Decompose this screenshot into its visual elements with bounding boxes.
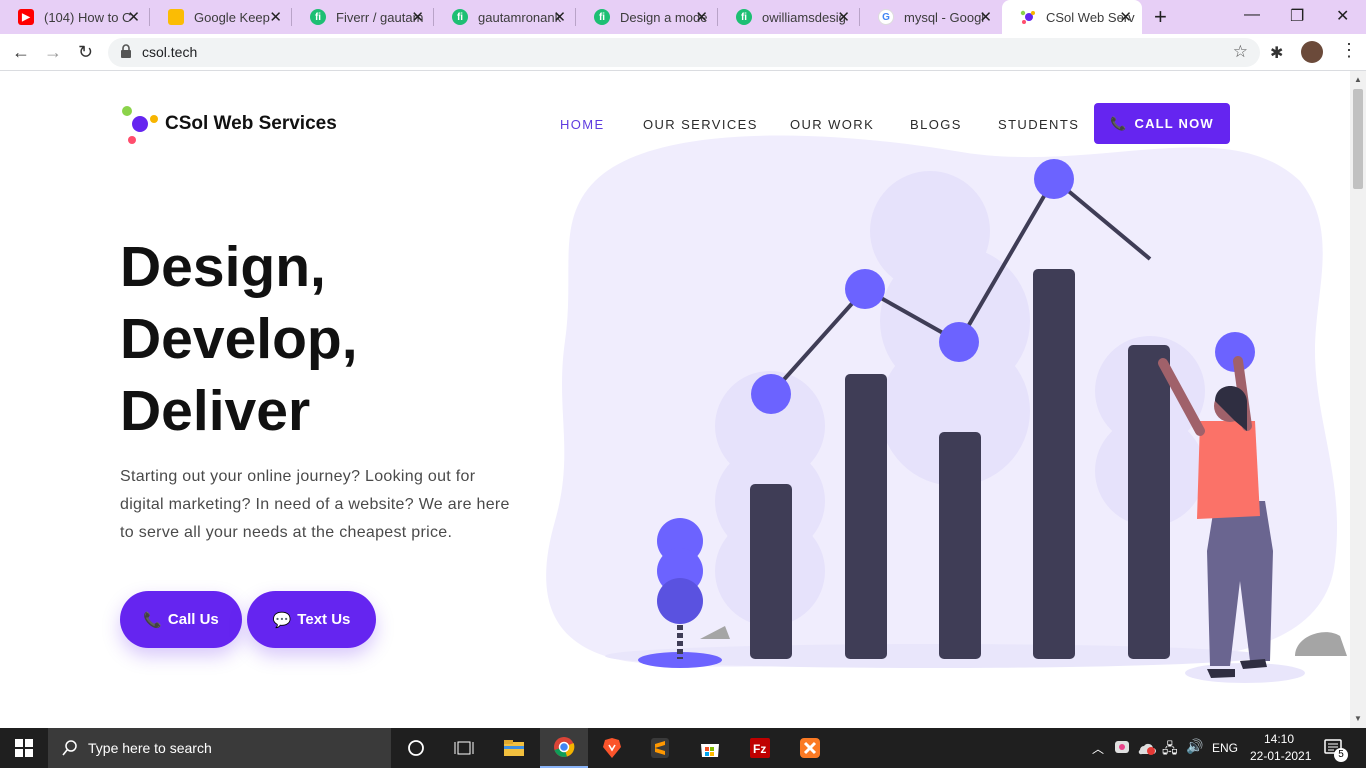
clock-date[interactable]: 22-01-2021 (1250, 749, 1311, 763)
hero-illustration (546, 135, 1347, 683)
svg-text:Fz: Fz (753, 742, 766, 756)
forward-arrow-icon[interactable]: → (44, 42, 62, 63)
address-bar[interactable]: csol.tech ☆ (108, 38, 1260, 67)
extensions-icon[interactable]: ✱ (1270, 43, 1283, 63)
tab-close-icon[interactable]: ✕ (411, 8, 424, 26)
youtube-icon: ▶ (18, 9, 34, 25)
language-indicator[interactable]: ENG (1212, 741, 1238, 755)
hero-title: Design, Develop, Deliver (120, 231, 358, 447)
keep-icon (168, 9, 184, 25)
lock-icon (120, 44, 132, 63)
bookmark-star-icon[interactable]: ☆ (1233, 42, 1248, 62)
tray-app-icon[interactable] (1114, 739, 1130, 758)
tab-close-icon[interactable]: ✕ (1119, 8, 1132, 26)
chrome-menu-icon[interactable]: ⋮ (1340, 40, 1358, 61)
network-icon[interactable]: 🖧 (1162, 738, 1178, 762)
reload-icon[interactable]: ↻ (78, 42, 93, 63)
tab-close-icon[interactable]: ✕ (695, 8, 708, 26)
search-placeholder: Type here to search (88, 740, 212, 756)
microsoft-store-icon[interactable] (686, 728, 734, 768)
url-text[interactable]: csol.tech (142, 44, 197, 60)
new-tab-button[interactable]: + (1154, 4, 1167, 30)
tab-fiverr-2[interactable]: fi gautamronank ✕ (434, 0, 576, 34)
tab-close-icon[interactable]: ✕ (269, 8, 282, 26)
fiverr-icon: fi (736, 9, 752, 25)
phone-icon: 📞 (143, 611, 162, 629)
search-icon (62, 740, 77, 756)
tab-close-icon[interactable]: ✕ (127, 8, 140, 26)
text-us-button[interactable]: 💬 Text Us (247, 591, 376, 648)
minimize-button[interactable]: — (1244, 6, 1260, 24)
call-us-button[interactable]: 📞 Call Us (120, 591, 242, 648)
google-icon: G (878, 9, 894, 25)
cortana-icon[interactable] (392, 728, 440, 768)
tab-fiverr-3[interactable]: fi Design a mode ✕ (576, 0, 718, 34)
taskbar-search-box[interactable]: Type here to search (48, 728, 391, 768)
volume-icon[interactable]: 🔊 (1186, 738, 1203, 755)
xampp-icon[interactable] (786, 728, 834, 768)
windows-start-button[interactable] (0, 728, 48, 768)
sublime-text-icon[interactable] (636, 728, 684, 768)
tray-expand-chevron-icon[interactable]: ︿ (1092, 740, 1104, 757)
hero-line-deliver: Deliver (120, 379, 311, 443)
windows-taskbar: Type here to search Fz ︿ 🖧 🔊 ENG 14:10 2… (0, 728, 1366, 768)
fiverr-icon: fi (452, 9, 468, 25)
text-us-label: Text Us (297, 611, 351, 628)
brand-name[interactable]: CSol Web Services (165, 113, 337, 135)
hero-line-design: Design, (120, 235, 326, 299)
file-explorer-icon[interactable] (490, 728, 538, 768)
tab-google-keep[interactable]: Google Keep ✕ (150, 0, 292, 34)
csol-icon (1020, 9, 1036, 25)
scroll-down-arrow-icon[interactable]: ▼ (1354, 714, 1362, 723)
web-page: CSol Web Services HOME OUR SERVICES OUR … (0, 71, 1350, 728)
fiverr-icon: fi (310, 9, 326, 25)
notification-count-badge: 5 (1334, 748, 1348, 762)
tab-fiverr-1[interactable]: fi Fiverr / gautam ✕ (292, 0, 434, 34)
tab-close-icon[interactable]: ✕ (979, 8, 992, 26)
tab-google-search[interactable]: G mysql - Googl ✕ (860, 0, 1002, 34)
task-view-icon[interactable] (440, 728, 488, 768)
call-us-label: Call Us (167, 611, 219, 628)
hero-subtitle: Starting out your online journey? Lookin… (120, 468, 510, 541)
clock-time[interactable]: 14:10 (1264, 732, 1294, 746)
tab-fiverr-4[interactable]: fi owilliamsdesig ✕ (718, 0, 860, 34)
close-window-button[interactable]: ✕ (1336, 6, 1349, 26)
browser-toolbar: ← → ↻ csol.tech ☆ ✱ ⋮ (0, 34, 1366, 71)
onedrive-offline-icon[interactable] (1138, 739, 1156, 758)
tab-csol[interactable]: CSol Web Serv ✕ (1002, 0, 1142, 34)
hero-line-develop: Develop, (120, 307, 358, 371)
windows-logo-icon (15, 739, 33, 757)
page-scrollbar[interactable]: ▲ ▼ (1350, 71, 1366, 728)
fiverr-icon: fi (594, 9, 610, 25)
tab-youtube[interactable]: ▶ (104) How to C ✕ (0, 0, 150, 34)
browser-tab-strip: ▶ (104) How to C ✕ Google Keep ✕ fi Five… (0, 0, 1366, 34)
csol-logo[interactable] (118, 103, 162, 147)
maximize-button[interactable]: ❐ (1290, 6, 1304, 26)
chrome-taskbar-icon[interactable] (540, 728, 588, 768)
filezilla-icon[interactable]: Fz (736, 728, 784, 768)
chat-bubble-icon: 💬 (272, 611, 292, 629)
scrollbar-thumb[interactable] (1353, 89, 1363, 189)
tab-close-icon[interactable]: ✕ (837, 8, 850, 26)
back-arrow-icon[interactable]: ← (12, 42, 30, 63)
tab-title: (104) How to C (44, 9, 132, 25)
brave-icon[interactable] (588, 728, 636, 768)
scroll-up-arrow-icon[interactable]: ▲ (1354, 75, 1362, 84)
tab-close-icon[interactable]: ✕ (553, 8, 566, 26)
profile-avatar[interactable] (1301, 41, 1323, 63)
